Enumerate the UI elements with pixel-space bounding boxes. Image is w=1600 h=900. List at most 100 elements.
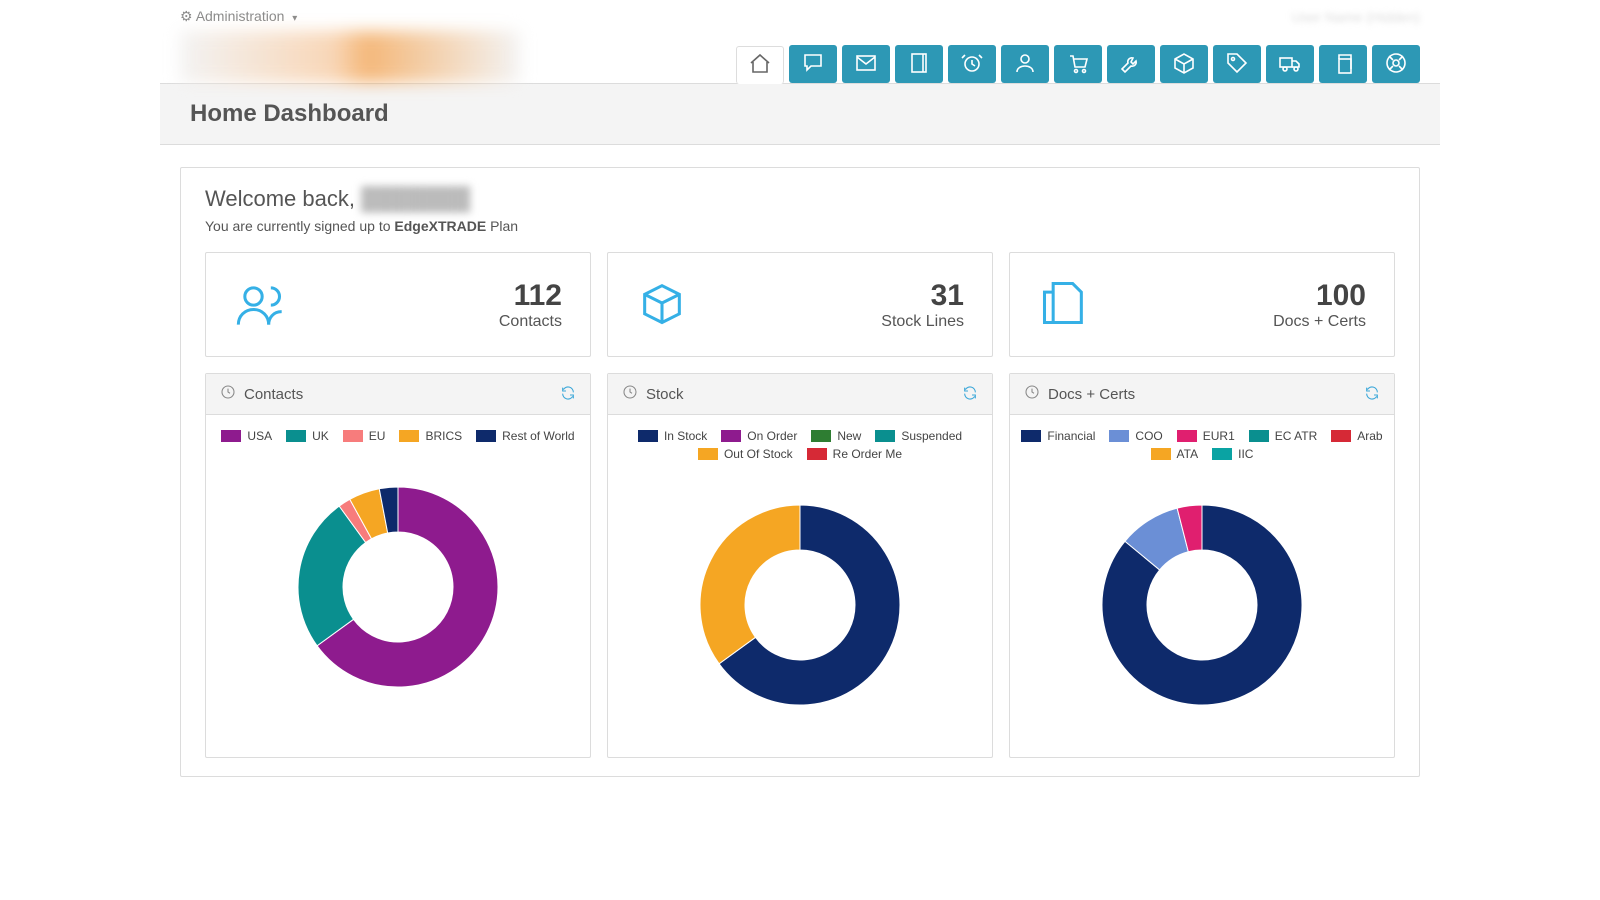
legend-item: In Stock xyxy=(638,429,707,443)
nav-chat[interactable] xyxy=(789,45,837,83)
legend-swatch xyxy=(698,448,718,460)
chart-card-docs-certs: Docs + CertsFinancialCOOEUR1EC ATRArabAT… xyxy=(1009,373,1395,758)
home-icon xyxy=(748,52,772,79)
page-title-strip: Home Dashboard xyxy=(160,83,1440,145)
legend-label: ATA xyxy=(1177,447,1199,461)
chart-title: Stock xyxy=(646,386,684,403)
admin-dropdown[interactable]: ⚙ Administration ▾ xyxy=(180,8,297,25)
legend-item: EUR1 xyxy=(1177,429,1235,443)
legend-label: Re Order Me xyxy=(833,447,902,461)
refresh-button[interactable] xyxy=(560,385,576,404)
nav-wrench[interactable] xyxy=(1107,45,1155,83)
legend-label: USA xyxy=(247,429,272,443)
user-icon xyxy=(1013,51,1037,78)
nav-truck[interactable] xyxy=(1266,45,1314,83)
legend-item: ATA xyxy=(1151,447,1199,461)
welcome-card: Welcome back, ███████ You are currently … xyxy=(180,167,1420,777)
admin-label: Administration xyxy=(196,8,285,24)
legend-label: COO xyxy=(1135,429,1162,443)
nav-cart[interactable] xyxy=(1054,45,1102,83)
stat-value: 100 xyxy=(1273,279,1366,313)
legend-swatch xyxy=(721,430,741,442)
page-title: Home Dashboard xyxy=(190,100,1410,128)
chevron-down-icon: ▾ xyxy=(292,13,297,24)
legend-label: On Order xyxy=(747,429,797,443)
nav-mail[interactable] xyxy=(842,45,890,83)
docs-icon xyxy=(1038,277,1090,332)
legend-item: Suspended xyxy=(875,429,962,443)
legend-swatch xyxy=(221,430,241,442)
alarm-icon xyxy=(960,51,984,78)
legend-item: USA xyxy=(221,429,272,443)
legend-item: IIC xyxy=(1212,447,1253,461)
legend-label: In Stock xyxy=(664,429,707,443)
legend-item: Financial xyxy=(1021,429,1095,443)
legend-item: New xyxy=(811,429,861,443)
donut-chart xyxy=(608,467,992,757)
legend-swatch xyxy=(1249,430,1269,442)
refresh-button[interactable] xyxy=(962,385,978,404)
box-icon xyxy=(1172,51,1196,78)
clock-icon xyxy=(622,384,638,404)
book-icon xyxy=(907,51,931,78)
nav-copy[interactable] xyxy=(1319,45,1367,83)
nav-alarm[interactable] xyxy=(948,45,996,83)
legend-label: Financial xyxy=(1047,429,1095,443)
legend-swatch xyxy=(1331,430,1351,442)
stat-value: 31 xyxy=(881,279,964,313)
legend-swatch xyxy=(399,430,419,442)
legend-label: New xyxy=(837,429,861,443)
stat-card-contacts[interactable]: 112Contacts xyxy=(205,252,591,357)
legend-item: EU xyxy=(343,429,386,443)
gear-icon: ⚙ xyxy=(180,8,193,24)
clock-icon xyxy=(220,384,236,404)
legend-item: BRICS xyxy=(399,429,462,443)
legend-item: Rest of World xyxy=(476,429,574,443)
legend-item: EC ATR xyxy=(1249,429,1317,443)
legend-swatch xyxy=(1021,430,1041,442)
chart-legend: USAUKEUBRICSRest of World xyxy=(206,415,590,449)
chat-icon xyxy=(801,51,825,78)
legend-swatch xyxy=(476,430,496,442)
plan-prefix: You are currently signed up to xyxy=(205,218,394,234)
legend-swatch xyxy=(343,430,363,442)
nav-book[interactable] xyxy=(895,45,943,83)
main-nav xyxy=(736,45,1420,83)
clock-icon xyxy=(1024,384,1040,404)
donut-chart xyxy=(1010,467,1394,757)
nav-user[interactable] xyxy=(1001,45,1049,83)
legend-item: Out Of Stock xyxy=(698,447,793,461)
welcome-prefix: Welcome back, xyxy=(205,186,361,211)
mail-icon xyxy=(854,51,878,78)
stat-card-docs-certs[interactable]: 100Docs + Certs xyxy=(1009,252,1395,357)
nav-box[interactable] xyxy=(1160,45,1208,83)
legend-swatch xyxy=(807,448,827,460)
chart-legend: In Stock On Order New Suspended Out Of Stock… xyxy=(608,415,992,467)
legend-label: IIC xyxy=(1238,447,1253,461)
user-dropdown[interactable]: User Name (Hidden) xyxy=(1292,9,1420,25)
legend-label: BRICS xyxy=(425,429,462,443)
wrench-icon xyxy=(1119,51,1143,78)
plan-suffix: Plan xyxy=(486,218,518,234)
stat-label: Docs + Certs xyxy=(1273,313,1366,331)
stat-card-stock-lines[interactable]: 31Stock Lines xyxy=(607,252,993,357)
legend-swatch xyxy=(1151,448,1171,460)
tag-icon xyxy=(1225,51,1249,78)
refresh-button[interactable] xyxy=(1364,385,1380,404)
legend-label: Arab xyxy=(1357,429,1382,443)
chart-card-contacts: ContactsUSAUKEUBRICSRest of World xyxy=(205,373,591,758)
legend-label: Rest of World xyxy=(502,429,574,443)
legend-swatch xyxy=(811,430,831,442)
legend-label: Suspended xyxy=(901,429,962,443)
nav-home[interactable] xyxy=(736,46,784,84)
legend-swatch xyxy=(1212,448,1232,460)
legend-label: EUR1 xyxy=(1203,429,1235,443)
nav-help[interactable] xyxy=(1372,45,1420,83)
legend-swatch xyxy=(1177,430,1197,442)
stat-label: Contacts xyxy=(499,313,562,331)
legend-label: Out Of Stock xyxy=(724,447,793,461)
cube-icon xyxy=(636,277,688,332)
nav-tag[interactable] xyxy=(1213,45,1261,83)
users-icon xyxy=(234,277,286,332)
legend-swatch xyxy=(638,430,658,442)
